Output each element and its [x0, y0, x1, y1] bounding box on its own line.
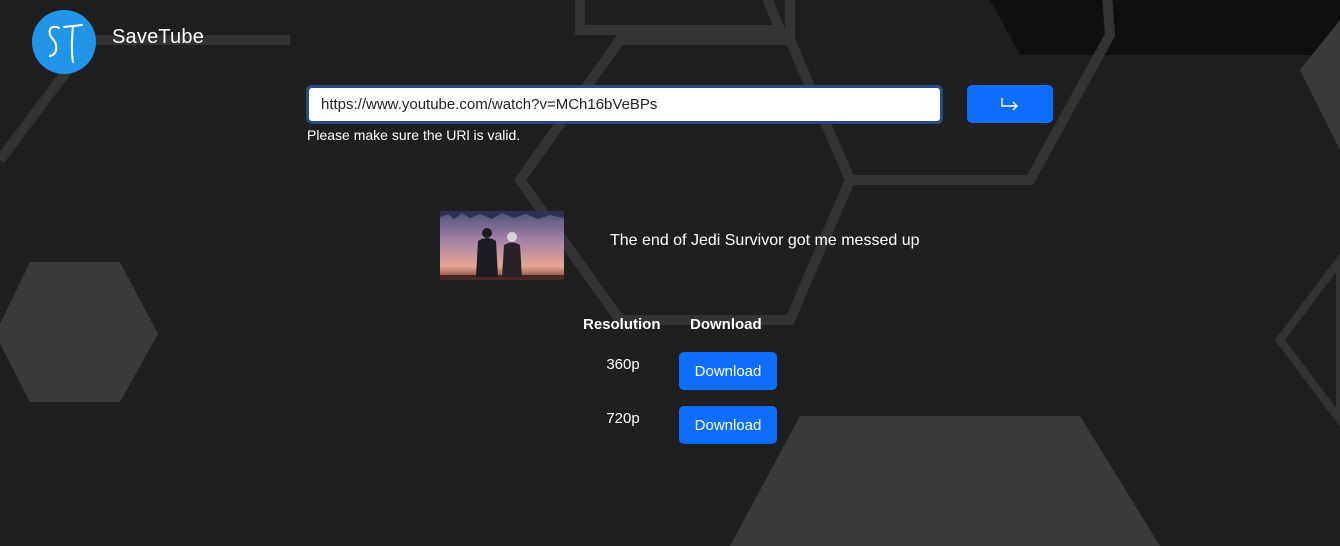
- download-button-360p[interactable]: Download: [679, 352, 777, 390]
- brand-name: SaveTube: [112, 26, 205, 48]
- resolution-cell: 720p: [606, 410, 640, 427]
- video-title: The end of Jedi Survivor got me messed u…: [610, 232, 920, 249]
- resolution-cell: 360p: [606, 356, 640, 373]
- url-input[interactable]: [306, 85, 943, 124]
- submit-button[interactable]: [967, 85, 1053, 123]
- download-header: Download: [690, 316, 762, 333]
- download-button-720p[interactable]: Download: [679, 406, 777, 444]
- savetube-logo[interactable]: [32, 10, 96, 74]
- url-hint: Please make sure the URl is valid.: [307, 127, 521, 143]
- app-page: SaveTube Please make sure the URl is val…: [0, 0, 1340, 546]
- arrow-turn-right-icon: [1001, 98, 1018, 111]
- video-thumbnail: [440, 211, 564, 280]
- logo-monogram-icon: [48, 24, 83, 63]
- resolution-header: Resolution: [583, 316, 661, 333]
